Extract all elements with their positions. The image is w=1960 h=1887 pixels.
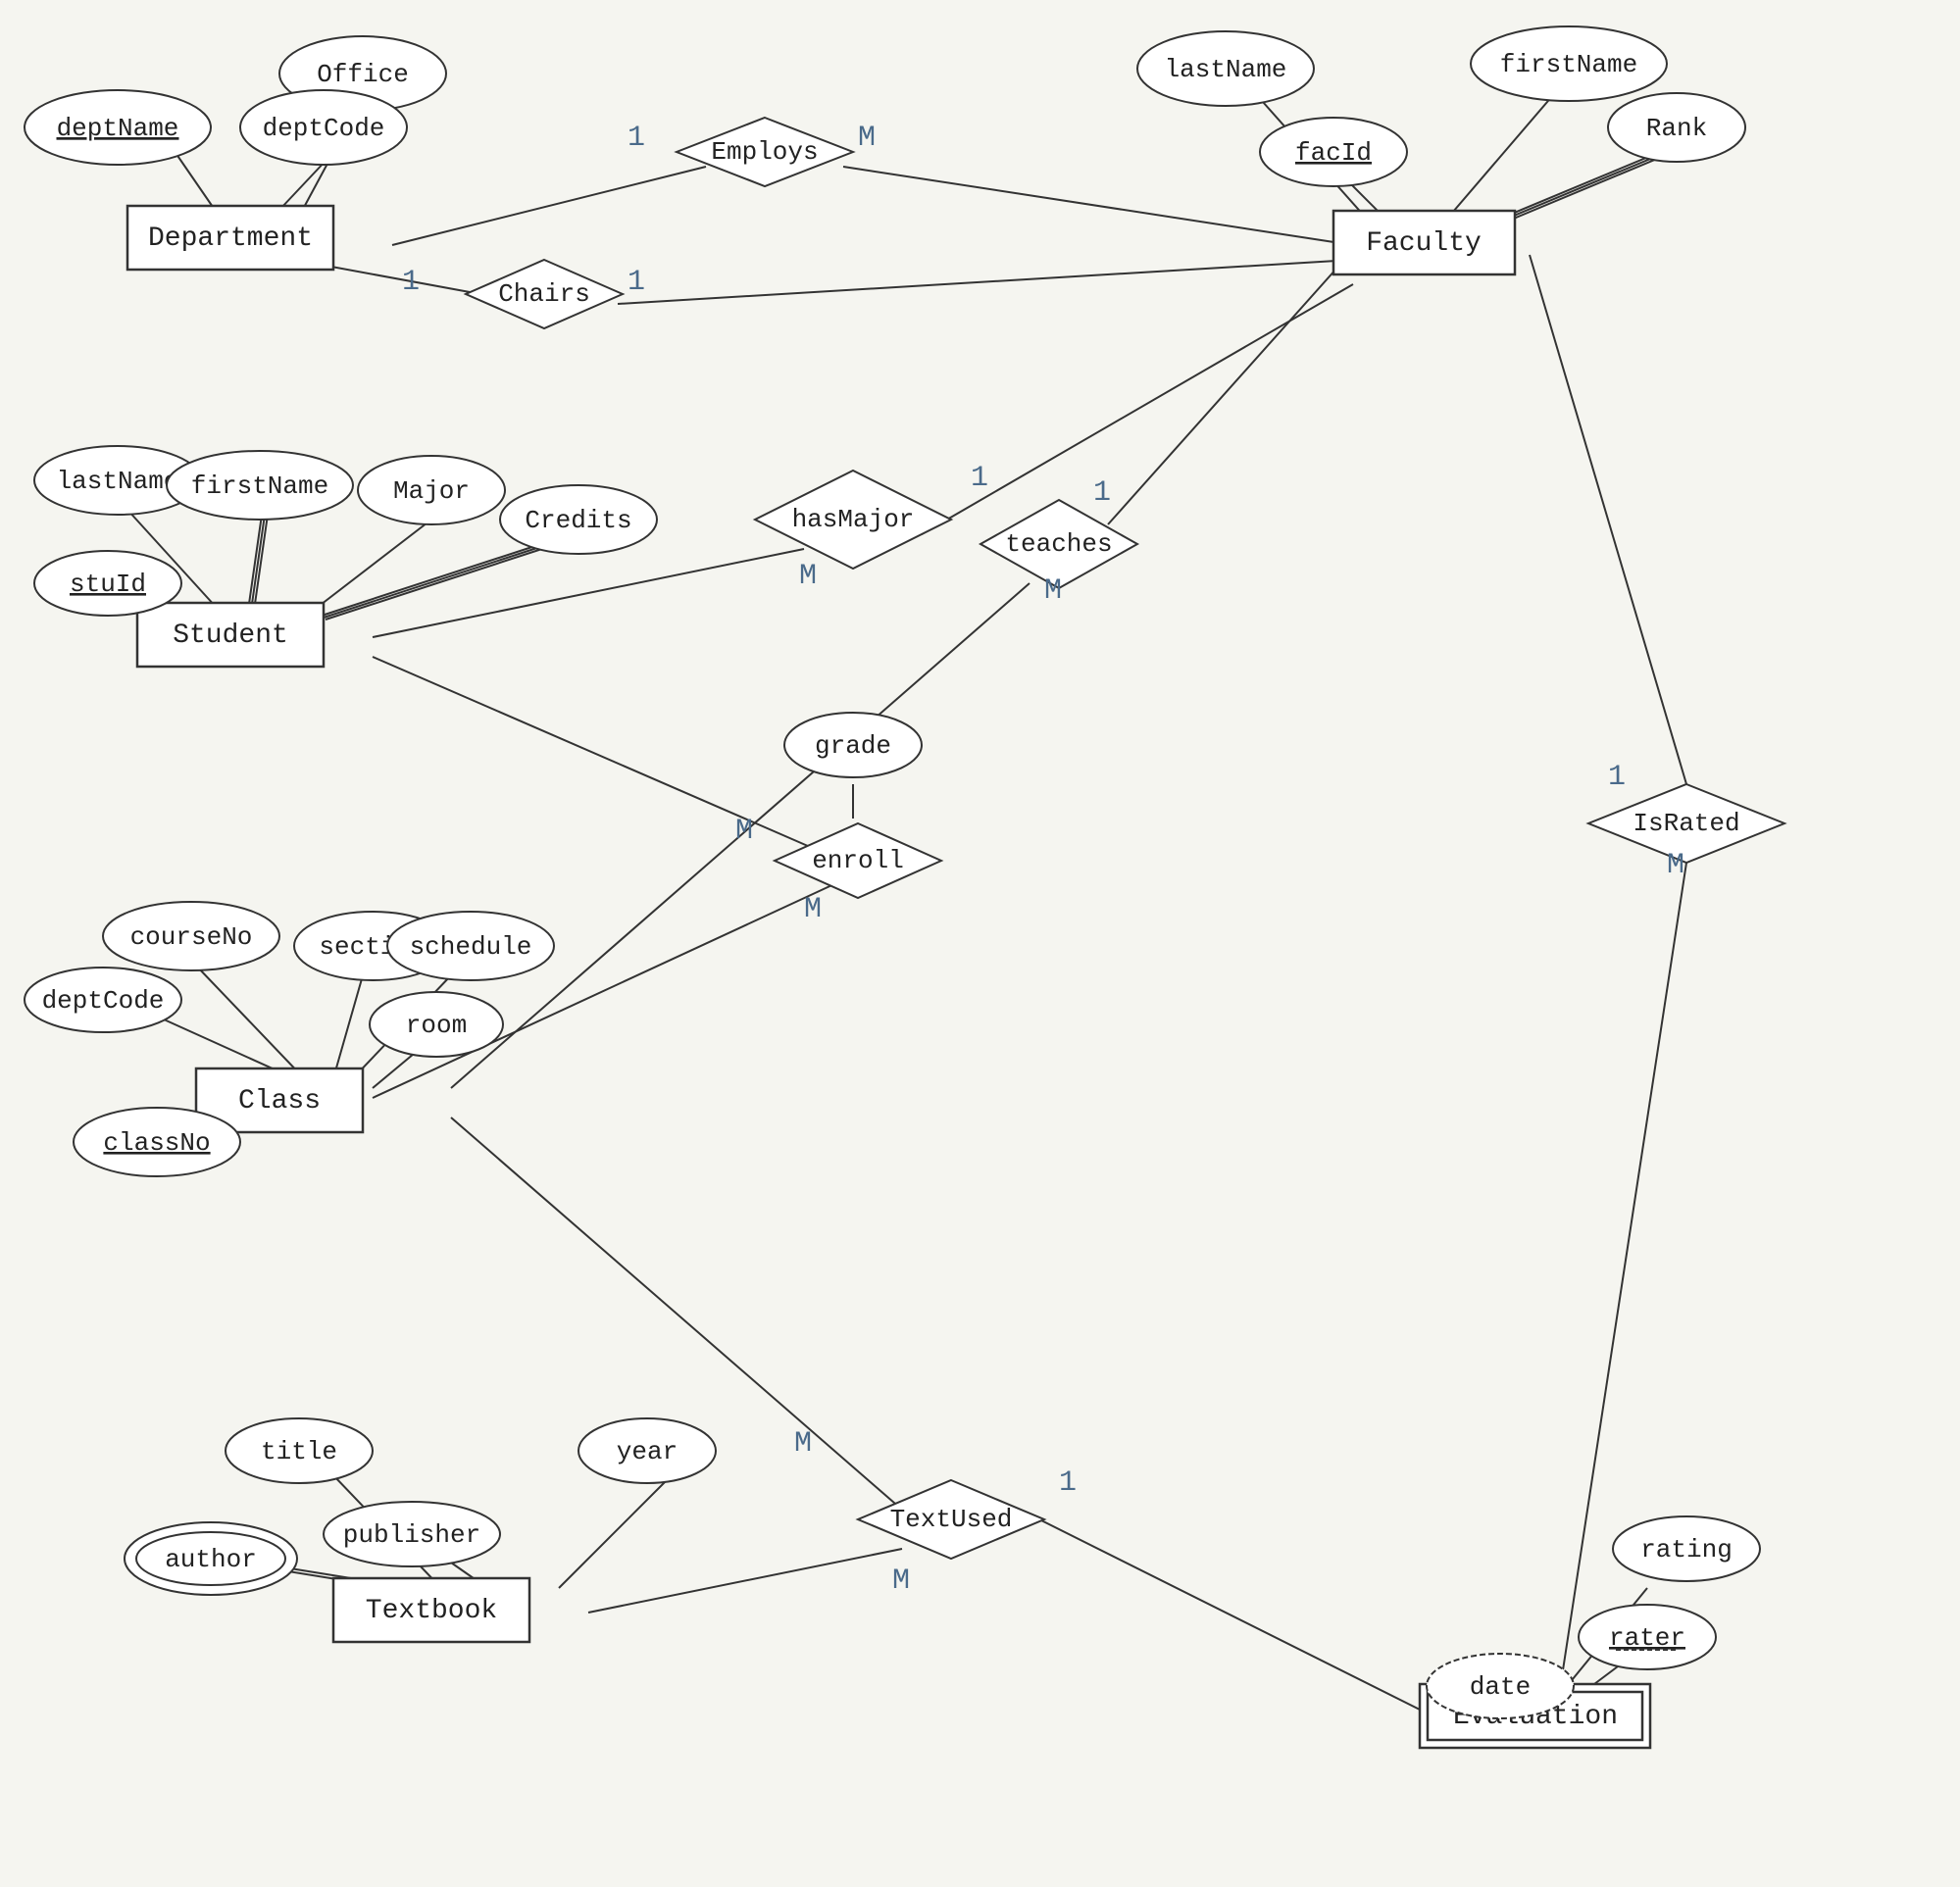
mult-teaches-1: 1 (1093, 476, 1111, 510)
mult-chairs-1left: 1 (402, 266, 420, 299)
rel-hasmajor-label: hasMajor (792, 505, 915, 534)
line-dept-employs (392, 167, 706, 245)
line-fac-rank1 (1490, 152, 1667, 225)
attr-fac-firstname-label: firstName (1500, 50, 1637, 79)
attr-class-deptcode-label: deptCode (42, 986, 165, 1016)
attr-stu-firstname-label: firstName (191, 472, 328, 501)
attr-year-label: year (617, 1437, 678, 1466)
attr-room-label: room (406, 1011, 467, 1040)
mult-textused-m-class: M (794, 1427, 812, 1461)
rel-textused-label: TextUsed (890, 1505, 1013, 1534)
attr-title-label: title (261, 1437, 337, 1466)
attr-author-label: author (165, 1545, 257, 1574)
attr-facid-label: facId (1295, 138, 1372, 168)
attr-stuid-label: stuId (70, 570, 146, 599)
mult-enroll-m-class: M (804, 893, 822, 926)
attr-rank-label: Rank (1646, 114, 1707, 143)
line-fac-rank2 (1492, 154, 1669, 227)
mult-teaches-m: M (1044, 574, 1062, 608)
mult-textused-m-tb: M (892, 1564, 910, 1598)
entity-textbook-label: Textbook (366, 1596, 497, 1626)
mult-textused-1: 1 (1059, 1466, 1077, 1500)
line-fac-israted (1530, 255, 1686, 784)
line-textbook-textused (588, 1549, 902, 1613)
mult-employs-m: M (858, 122, 876, 155)
attr-classno-label: classNo (103, 1128, 210, 1158)
attr-date-label: date (1470, 1672, 1531, 1702)
entity-class-label: Class (238, 1086, 321, 1117)
rel-israted-label: IsRated (1633, 809, 1739, 838)
entity-student-label: Student (173, 621, 288, 651)
attr-stu-lastname-label: lastName (57, 467, 179, 496)
line-fac-teaches (1108, 250, 1353, 524)
entity-faculty-label: Faculty (1366, 228, 1482, 259)
mult-enroll-m-stu: M (735, 815, 753, 848)
line-faculty-chairs (618, 260, 1353, 304)
line-stu-enroll (373, 657, 824, 853)
line-stu-hasmajor (373, 549, 804, 637)
line-class-section (333, 975, 363, 1078)
rel-chairs-label: Chairs (498, 279, 590, 309)
attr-publisher-label: publisher (343, 1520, 480, 1550)
line-faculty-employs (843, 167, 1353, 245)
attr-schedule-label: schedule (410, 932, 532, 962)
mult-employs-1: 1 (628, 122, 645, 155)
attr-courseno-label: courseNo (130, 922, 253, 952)
mult-hasmajor-m: M (799, 560, 817, 593)
entity-department-label: Department (148, 223, 313, 254)
rel-enroll-label: enroll (812, 846, 904, 875)
line-class-courseno (196, 966, 304, 1078)
attr-rater-label: rater (1609, 1623, 1685, 1653)
line-textused-eval (1030, 1515, 1451, 1725)
mult-hasmajor-1: 1 (971, 462, 988, 495)
attr-rating-label: rating (1640, 1535, 1733, 1564)
rel-teaches-label: teaches (1005, 529, 1112, 559)
attr-deptname-label: deptName (57, 114, 179, 143)
attr-office-label: Office (317, 60, 409, 89)
attr-fac-lastname-label: lastName (1165, 55, 1287, 84)
mult-chairs-1right: 1 (628, 266, 645, 299)
mult-israted-m: M (1667, 849, 1684, 882)
attr-deptcode-label: deptCode (263, 114, 385, 143)
rel-employs-label: Employs (711, 137, 818, 167)
mult-israted-1: 1 (1608, 761, 1626, 794)
line-tb-year (559, 1480, 667, 1588)
attr-grade-label: grade (815, 731, 891, 761)
attr-credits-label: Credits (525, 506, 631, 535)
attr-major-label: Major (393, 476, 470, 506)
line-stu-credits1 (324, 544, 549, 618)
